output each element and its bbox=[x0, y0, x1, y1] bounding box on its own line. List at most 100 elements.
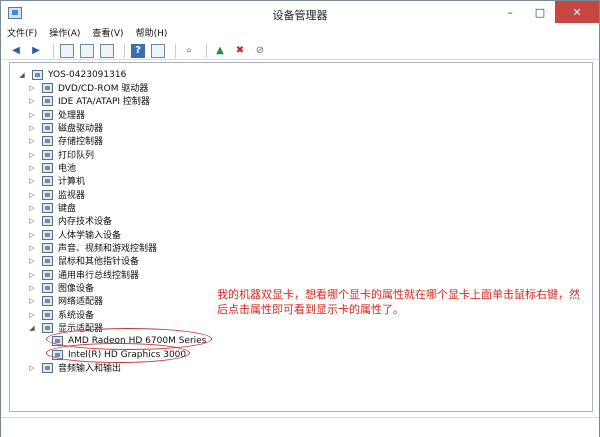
show-hide-tree-icon[interactable] bbox=[60, 43, 74, 58]
forward-arrow-icon[interactable]: ▶ bbox=[29, 44, 43, 58]
tree-item-disk[interactable]: ▷ 磁盘驱动器 bbox=[28, 121, 103, 134]
menu-help[interactable]: 帮助(H) bbox=[130, 27, 174, 41]
tree-item-dvd[interactable]: ▷ DVD/CD-ROM 驱动器 bbox=[28, 81, 148, 94]
expand-arrow-icon[interactable]: ▷ bbox=[28, 137, 36, 145]
network-adapter-icon bbox=[42, 295, 53, 306]
expand-arrow-icon[interactable]: ▷ bbox=[28, 257, 36, 265]
expand-arrow-icon[interactable]: ▷ bbox=[28, 84, 36, 92]
tree-item-label: 处理器 bbox=[58, 111, 86, 121]
toolbar-separator bbox=[53, 43, 54, 58]
status-bar bbox=[1, 417, 599, 437]
storage-controller-icon bbox=[42, 135, 53, 146]
expand-arrow-icon[interactable]: ▷ bbox=[28, 364, 36, 372]
expand-arrow-icon[interactable]: ▷ bbox=[28, 244, 36, 252]
tree-item-label: 图像设备 bbox=[58, 284, 95, 294]
tree-item-computer[interactable]: ▷ 计算机 bbox=[28, 174, 85, 187]
computer-icon bbox=[42, 175, 53, 186]
menu-view[interactable]: 查看(V) bbox=[86, 27, 129, 41]
memory-device-icon bbox=[42, 215, 53, 226]
toolbar-separator bbox=[124, 43, 125, 58]
tree-item-imaging[interactable]: ▷ 图像设备 bbox=[28, 281, 94, 294]
tree-item-storage[interactable]: ▷ 存储控制器 bbox=[28, 134, 103, 147]
close-button[interactable]: ✕ bbox=[555, 1, 599, 23]
view-icon[interactable] bbox=[151, 43, 165, 58]
tree-item-usb[interactable]: ▷ 通用串行总线控制器 bbox=[28, 268, 139, 281]
maximize-button[interactable]: □ bbox=[525, 1, 555, 23]
tree-item-label: 计算机 bbox=[58, 177, 86, 187]
title-bar[interactable]: 设备管理器 – □ ✕ bbox=[1, 1, 599, 27]
tree-item-memory-tech[interactable]: ▷ 内存技术设备 bbox=[28, 214, 112, 227]
tree-item-sound-video[interactable]: ▷ 声音、视频和游戏控制器 bbox=[28, 241, 157, 254]
tree-root[interactable]: ◢ YOS-0423091316 bbox=[18, 68, 126, 81]
tree-item-hid[interactable]: ▷ 人体学输入设备 bbox=[28, 228, 121, 241]
tree-item-label: 电池 bbox=[58, 164, 77, 174]
expand-arrow-icon[interactable]: ▷ bbox=[28, 177, 36, 185]
disable-device-icon[interactable]: ⊘ bbox=[253, 44, 267, 58]
tree-item-audio-io[interactable]: ▷ 音频输入和输出 bbox=[28, 361, 121, 374]
tree-item-print-queue[interactable]: ▷ 打印队列 bbox=[28, 148, 94, 161]
back-arrow-icon[interactable]: ◀ bbox=[9, 44, 23, 58]
menu-file[interactable]: 文件(F) bbox=[1, 27, 43, 41]
uninstall-device-icon[interactable]: ✖ bbox=[233, 44, 247, 58]
tree-item-monitor[interactable]: ▷ 监视器 bbox=[28, 188, 85, 201]
tree-item-battery[interactable]: ▷ 电池 bbox=[28, 161, 76, 174]
toolbar: ◀ ▶ ? ⌕ ▲ ✖ ⊘ bbox=[1, 42, 599, 60]
printer-icon bbox=[42, 149, 53, 160]
keyboard-icon bbox=[42, 202, 53, 213]
tree-item-label: 鼠标和其他指针设备 bbox=[58, 257, 140, 267]
menu-action[interactable]: 操作(A) bbox=[43, 27, 86, 41]
tree-item-label: 磁盘驱动器 bbox=[58, 124, 104, 134]
expand-arrow-icon[interactable]: ▷ bbox=[28, 151, 36, 159]
usb-icon bbox=[42, 269, 53, 280]
highlight-ellipse-intel bbox=[46, 343, 190, 363]
audio-io-icon bbox=[42, 362, 53, 373]
processor-icon bbox=[42, 109, 53, 120]
update-driver-icon[interactable]: ▲ bbox=[213, 44, 227, 58]
tree-item-label: 监视器 bbox=[58, 191, 86, 201]
tree-item-processor[interactable]: ▷ 处理器 bbox=[28, 108, 85, 121]
toolbar-separator bbox=[175, 43, 176, 58]
expand-arrow-icon[interactable]: ▷ bbox=[28, 97, 36, 105]
expand-arrow-icon[interactable]: ▷ bbox=[28, 191, 36, 199]
menu-bar: 文件(F) 操作(A) 查看(V) 帮助(H) bbox=[1, 27, 599, 41]
ide-controller-icon bbox=[42, 95, 53, 106]
tree-root-label: YOS-0423091316 bbox=[48, 69, 127, 80]
refresh-list-icon[interactable] bbox=[100, 43, 114, 58]
expand-arrow-icon[interactable]: ▷ bbox=[28, 164, 36, 172]
tree-item-label: 键盘 bbox=[58, 204, 77, 214]
expand-arrow-icon[interactable]: ▷ bbox=[28, 231, 36, 239]
tree-item-network[interactable]: ▷ 网络适配器 bbox=[28, 294, 103, 307]
disk-drive-icon bbox=[42, 122, 53, 133]
tree-item-ide[interactable]: ▷ IDE ATA/ATAPI 控制器 bbox=[28, 94, 150, 107]
device-tree-pane[interactable]: ◢ YOS-0423091316 ▷ DVD/CD-ROM 驱动器 ▷ IDE … bbox=[9, 62, 593, 412]
expand-arrow-icon[interactable]: ▷ bbox=[28, 284, 36, 292]
expand-arrow-icon[interactable]: ▷ bbox=[28, 124, 36, 132]
monitor-icon bbox=[42, 189, 53, 200]
tree-item-system[interactable]: ▷ 系统设备 bbox=[28, 308, 94, 321]
dvd-drive-icon bbox=[42, 82, 53, 93]
expand-arrow-icon[interactable]: ▷ bbox=[28, 204, 36, 212]
expand-arrow-icon[interactable]: ▷ bbox=[28, 111, 36, 119]
properties-list-icon[interactable] bbox=[80, 43, 94, 58]
scan-hardware-icon[interactable]: ⌕ bbox=[182, 44, 196, 58]
tree-item-keyboard[interactable]: ▷ 键盘 bbox=[28, 201, 76, 214]
collapse-arrow-icon[interactable]: ◢ bbox=[28, 324, 36, 332]
toolbar-separator bbox=[206, 43, 207, 58]
window-controls: – □ ✕ bbox=[495, 1, 599, 23]
collapse-arrow-icon[interactable]: ◢ bbox=[18, 71, 26, 79]
computer-icon bbox=[32, 69, 43, 80]
tree-item-label: DVD/CD-ROM 驱动器 bbox=[58, 84, 149, 94]
system-device-icon bbox=[42, 309, 53, 320]
expand-arrow-icon[interactable]: ▷ bbox=[28, 271, 36, 279]
tree-item-mouse[interactable]: ▷ 鼠标和其他指针设备 bbox=[28, 254, 139, 267]
expand-arrow-icon[interactable]: ▷ bbox=[28, 297, 36, 305]
hid-icon bbox=[42, 229, 53, 240]
minimize-button[interactable]: – bbox=[495, 1, 525, 23]
expand-arrow-icon[interactable]: ▷ bbox=[28, 217, 36, 225]
tree-item-label: 存储控制器 bbox=[58, 137, 104, 147]
annotation-note: 我的机器双显卡，想看哪个显卡的属性就在哪个显卡上面单击鼠标右键，然后点击属性即可… bbox=[217, 288, 580, 316]
expand-arrow-icon[interactable]: ▷ bbox=[28, 311, 36, 319]
tree-item-label: 人体学输入设备 bbox=[58, 231, 122, 241]
help-icon[interactable]: ? bbox=[131, 43, 145, 58]
tree-item-label: 通用串行总线控制器 bbox=[58, 271, 140, 281]
